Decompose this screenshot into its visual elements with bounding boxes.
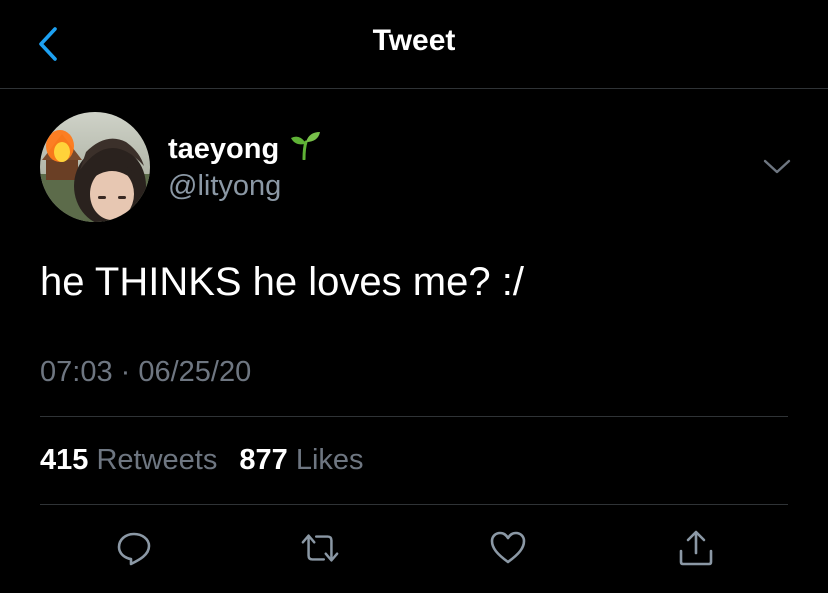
page-title: Tweet: [372, 24, 456, 57]
reply-icon: [117, 532, 151, 566]
reply-button[interactable]: [114, 528, 154, 568]
display-name-text: taeyong: [168, 132, 280, 165]
engagement-stats: 415 Retweets 877 Likes: [40, 444, 364, 477]
share-icon: [679, 530, 713, 566]
heart-icon: [490, 531, 526, 564]
divider: [40, 504, 788, 505]
like-button[interactable]: [488, 528, 528, 568]
tweet-timestamp: 07:03 · 06/25/20: [40, 356, 252, 388]
divider: [40, 416, 788, 417]
retweet-button[interactable]: [300, 528, 340, 568]
retweets-stat[interactable]: 415 Retweets: [40, 444, 217, 477]
like-label: Likes: [295, 444, 364, 476]
user-handle[interactable]: @lityong: [168, 170, 281, 203]
likes-stat[interactable]: 877 Likes: [239, 444, 363, 477]
header-bar: Tweet: [0, 0, 828, 89]
tweet-text: he THINKS he loves me? :/: [40, 260, 524, 304]
like-count: 877: [239, 444, 288, 476]
retweet-count: 415: [40, 444, 89, 476]
avatar[interactable]: [40, 112, 150, 222]
more-options-button[interactable]: [760, 152, 794, 182]
display-name[interactable]: taeyong: [168, 130, 321, 168]
share-button[interactable]: [676, 528, 716, 568]
chevron-down-icon: [763, 159, 791, 174]
retweet-label: Retweets: [96, 444, 218, 476]
seedling-icon: [289, 130, 321, 168]
retweet-icon: [301, 534, 339, 562]
